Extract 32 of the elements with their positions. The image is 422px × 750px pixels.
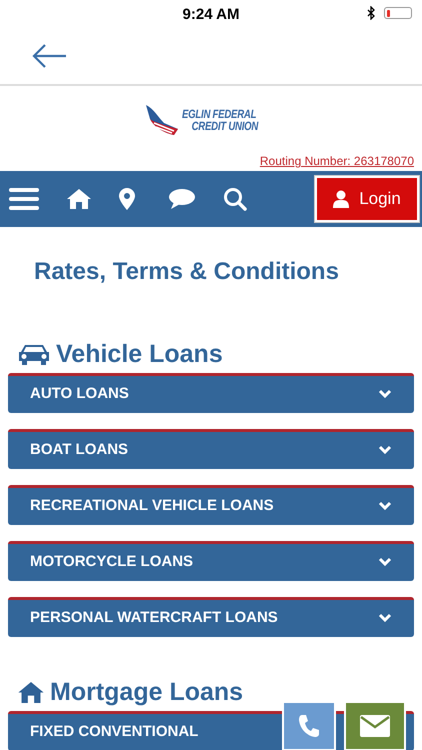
battery-icon — [384, 7, 412, 19]
accordion-header[interactable]: BOAT LOANS — [8, 429, 414, 469]
page-title: Rates, Terms & Conditions — [33, 257, 340, 287]
envelope-icon — [360, 715, 390, 737]
chevron-down-icon — [378, 612, 392, 622]
accordion-header[interactable]: RECREATIONAL VEHICLE LOANS — [8, 485, 414, 525]
section-heading: Mortgage Loans — [50, 678, 244, 706]
home-icon[interactable] — [67, 189, 91, 209]
home-icon — [18, 682, 44, 702]
chevron-down-icon — [378, 500, 392, 510]
phone-button[interactable] — [282, 701, 336, 750]
search-icon[interactable] — [223, 187, 247, 211]
chevron-down-icon — [378, 556, 392, 566]
chevron-down-icon — [378, 444, 392, 454]
back-arrow-icon[interactable] — [32, 44, 68, 68]
chevron-down-icon — [378, 388, 392, 398]
menu-icon[interactable] — [9, 188, 39, 210]
credit-union-logo: EGLIN FEDERAL CREDIT UNION — [144, 102, 278, 138]
user-icon — [333, 190, 350, 208]
phone-icon — [298, 714, 320, 738]
accordion-header[interactable]: MOTORCYCLE LOANS — [8, 541, 414, 581]
login-button[interactable]: Login — [315, 176, 419, 222]
bluetooth-icon — [367, 6, 376, 20]
section-heading: Vehicle Loans — [56, 340, 223, 368]
chat-bubble-icon[interactable] — [169, 189, 195, 209]
location-pin-icon[interactable] — [119, 188, 135, 210]
car-icon — [18, 343, 50, 365]
status-time: 9:24 AM — [182, 6, 240, 22]
routing-number-link[interactable]: Routing Number: 263178070 — [260, 154, 414, 168]
email-button[interactable] — [344, 701, 406, 750]
accordion-header[interactable]: AUTO LOANS — [8, 373, 414, 413]
accordion-header[interactable]: PERSONAL WATERCRAFT LOANS — [8, 597, 414, 637]
